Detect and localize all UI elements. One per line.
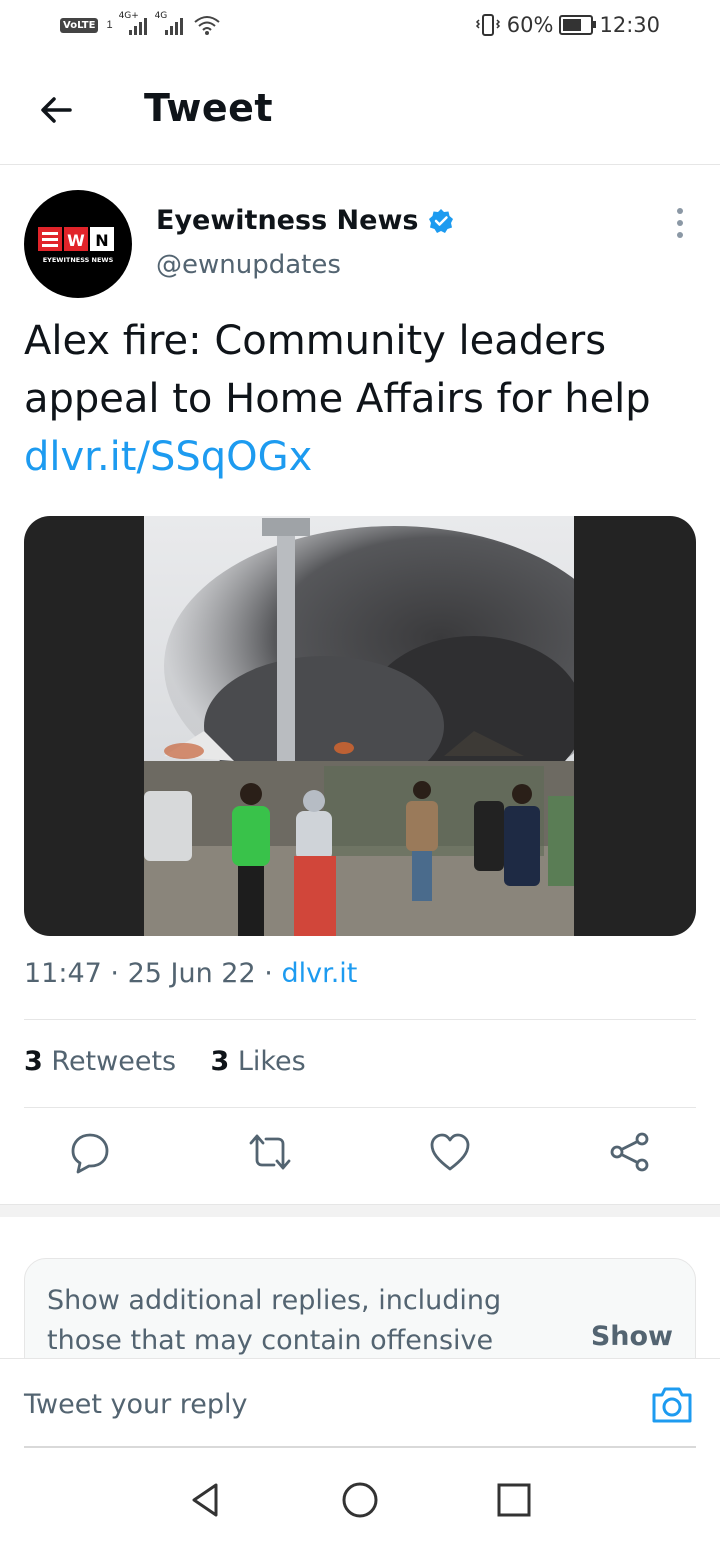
battery-percent: 60% xyxy=(506,13,554,37)
verified-badge-icon xyxy=(429,208,454,233)
meta-separator-2: · xyxy=(264,958,273,989)
sim-slot: 1 xyxy=(106,19,113,31)
likes-label: Likes xyxy=(237,1046,306,1077)
signal-icon: 4G+ xyxy=(119,11,149,35)
retweets-label: Retweets xyxy=(51,1046,177,1077)
tweet-link[interactable]: dlvr.it/SSqOGx xyxy=(24,428,694,486)
ewn-logo: W N EYEWITNESS NEWS xyxy=(38,227,114,264)
tweet-actions xyxy=(0,1130,720,1186)
top-app-bar: Tweet xyxy=(0,56,720,165)
signal-icon-2: 4G xyxy=(155,11,185,35)
fire-photo xyxy=(144,516,574,936)
retweet-icon[interactable] xyxy=(248,1130,292,1174)
battery-icon xyxy=(559,15,597,35)
nav-back-icon[interactable] xyxy=(186,1480,226,1520)
additional-replies-text: Show additional replies, including those… xyxy=(47,1285,502,1356)
tweet-time: 11:47 xyxy=(24,958,102,989)
network-gen-1: 4G+ xyxy=(118,11,139,21)
reply-underline xyxy=(24,1446,696,1448)
reply-icon[interactable] xyxy=(68,1130,112,1174)
system-nav-bar xyxy=(0,1450,720,1541)
tweet-text: Alex fire: Community leaders appeal to H… xyxy=(24,312,694,486)
nav-recents-icon[interactable] xyxy=(494,1480,534,1520)
volte-badge: VoLTE xyxy=(60,17,99,33)
wifi-icon xyxy=(193,16,220,35)
share-icon[interactable] xyxy=(608,1130,652,1174)
author-name[interactable]: Eyewitness News xyxy=(156,205,454,236)
status-left: VoLTE 1 4G+ 4G xyxy=(60,11,221,36)
network-gen-2: 4G xyxy=(154,11,168,21)
status-right: 60% 12:30 xyxy=(475,12,660,38)
like-icon[interactable] xyxy=(428,1130,472,1174)
show-button[interactable]: Show xyxy=(591,1321,673,1352)
svg-text:EYEWITNESS NEWS: EYEWITNESS NEWS xyxy=(43,256,114,264)
clock: 12:30 xyxy=(599,13,660,37)
arrow-left-icon[interactable] xyxy=(36,90,76,130)
author-name-text: Eyewitness News xyxy=(156,205,419,236)
page-title: Tweet xyxy=(144,86,274,130)
likes-count: 3 xyxy=(210,1046,230,1077)
avatar[interactable]: W N EYEWITNESS NEWS xyxy=(24,190,132,298)
tweet-media[interactable] xyxy=(24,516,696,936)
reply-input[interactable]: Tweet your reply xyxy=(24,1389,248,1420)
divider-2 xyxy=(24,1107,696,1108)
svg-text:N: N xyxy=(95,231,108,250)
meta-separator: · xyxy=(110,958,119,989)
tweet-meta: 11:47 · 25 Jun 22 · dlvr.it xyxy=(24,958,357,989)
tweet-body: Alex fire: Community leaders appeal to H… xyxy=(24,318,651,422)
svg-text:W: W xyxy=(67,231,85,250)
tweet-source[interactable]: dlvr.it xyxy=(281,958,357,989)
likes-stat[interactable]: 3 Likes xyxy=(210,1046,305,1077)
retweets-stat[interactable]: 3 Retweets xyxy=(24,1046,176,1077)
tweet-date: 25 Jun 22 xyxy=(127,958,256,989)
author-handle[interactable]: @ewnupdates xyxy=(156,250,341,280)
vibrate-icon xyxy=(475,14,500,36)
divider xyxy=(24,1019,696,1020)
reply-bar: Tweet your reply xyxy=(0,1358,720,1447)
status-bar: VoLTE 1 4G+ 4G 60% 12:30 xyxy=(0,0,720,56)
tweet-stats: 3 Retweets 3 Likes xyxy=(24,1046,306,1077)
retweets-count: 3 xyxy=(24,1046,43,1077)
section-separator xyxy=(0,1204,720,1217)
nav-home-icon[interactable] xyxy=(340,1480,380,1520)
camera-icon[interactable] xyxy=(650,1385,694,1425)
more-options-icon[interactable] xyxy=(670,206,690,240)
